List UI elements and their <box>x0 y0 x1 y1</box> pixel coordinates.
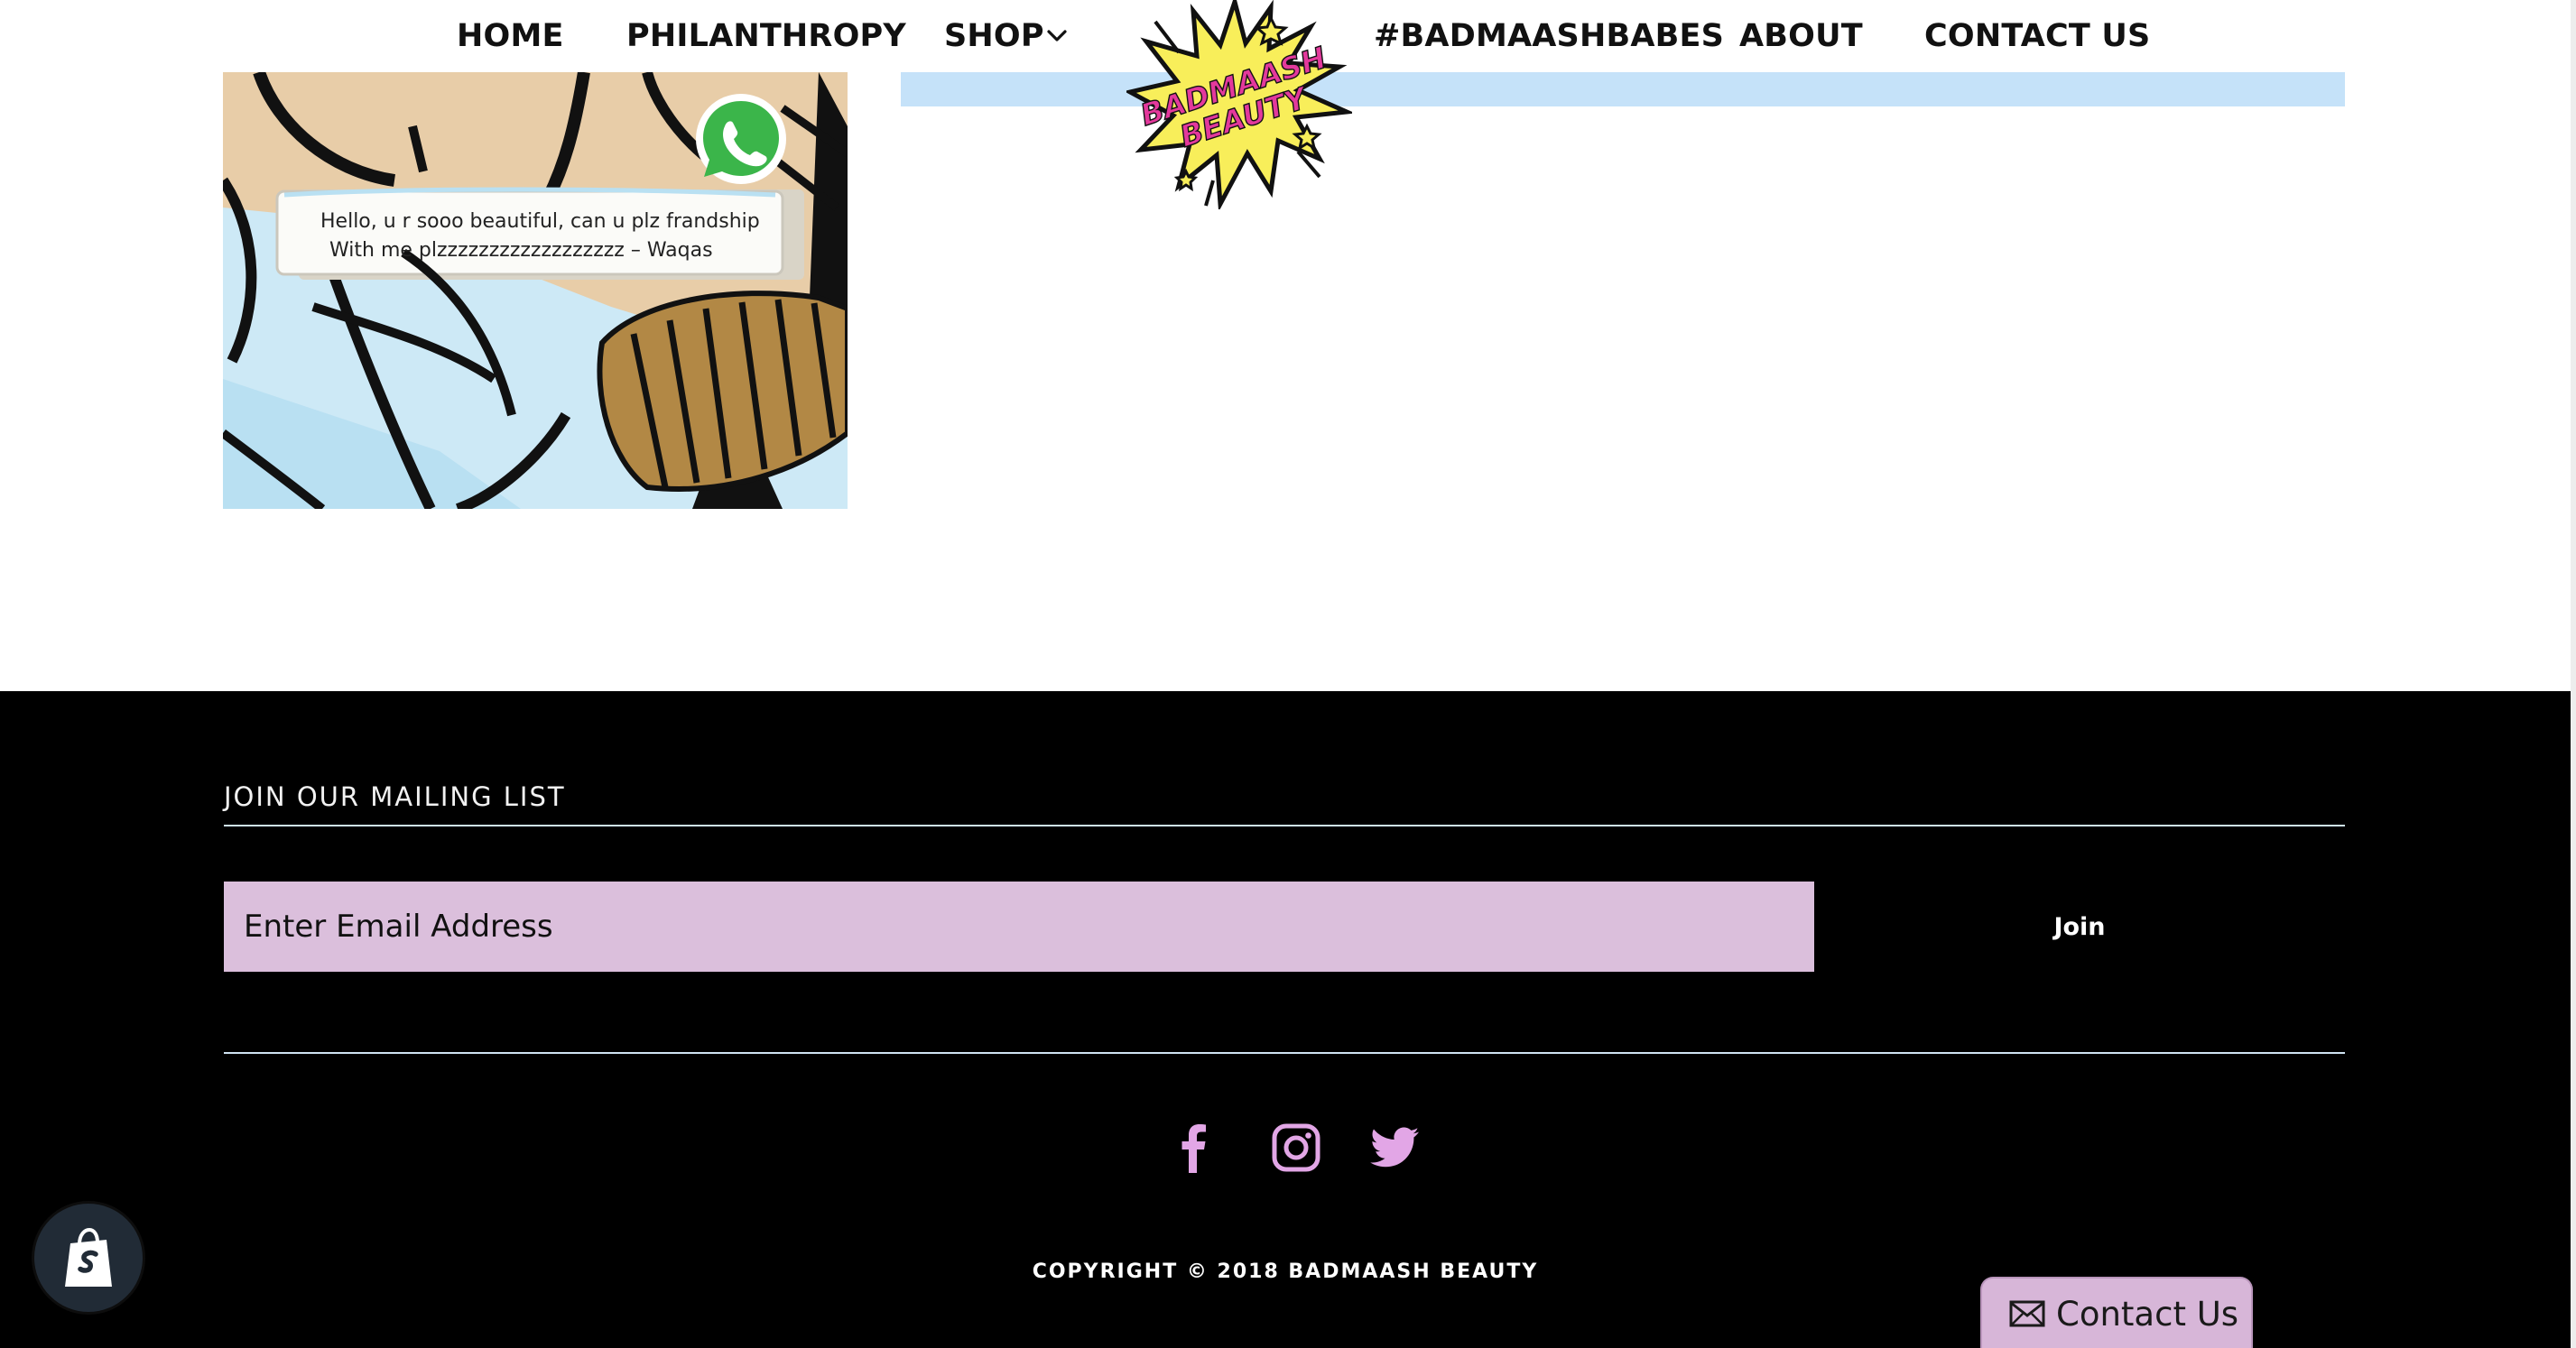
content-highlight-bar <box>901 72 2345 106</box>
site-footer: JOIN OUR MAILING LIST Join <box>0 691 2571 1348</box>
facebook-icon[interactable] <box>1167 1121 1221 1175</box>
footer-divider <box>224 825 2345 826</box>
mailing-list-title: JOIN OUR MAILING LIST <box>224 781 566 812</box>
nav-item-philanthropy[interactable]: PHILANTHROPY <box>626 13 906 60</box>
shopify-bag-icon <box>65 1227 112 1287</box>
twitter-icon[interactable] <box>1368 1121 1422 1175</box>
message-line: Hello, u r sooo beautiful, can u plz fra… <box>320 210 760 233</box>
shopify-badge[interactable] <box>34 1204 143 1312</box>
badmaash-beauty-logo[interactable]: BADMAASH BEAUTY <box>1126 0 1352 209</box>
chevron-down-icon[interactable] <box>1043 22 1070 49</box>
scrollbar-track[interactable] <box>2571 0 2576 1348</box>
page: HOME PHILANTHROPY SHOP #BADMAASHBABES AB… <box>0 0 2576 1348</box>
envelope-icon <box>2009 1300 2045 1327</box>
whatsapp-icon <box>696 94 786 184</box>
contact-us-widget[interactable]: Contact Us <box>1980 1277 2253 1348</box>
email-input[interactable] <box>224 882 1814 972</box>
footer-divider <box>224 1052 2345 1054</box>
instagram-icon[interactable] <box>1269 1121 1323 1175</box>
message-line: With me plzzzzzzzzzzzzzzzzzz – Waqas <box>329 239 713 262</box>
whatsapp-message: Hello, u r sooo beautiful, can u plz fra… <box>320 208 808 265</box>
join-button[interactable]: Join <box>1814 882 2345 972</box>
article-illustration: Hello, u r sooo beautiful, can u plz fra… <box>223 72 848 509</box>
nav-item-shop[interactable]: SHOP <box>944 13 1044 60</box>
nav-item-contact-us[interactable]: CONTACT US <box>1924 13 2150 60</box>
nav-item-badmaashbabes[interactable]: #BADMAASHBABES <box>1374 13 1724 60</box>
nav-item-home[interactable]: HOME <box>457 13 564 60</box>
contact-us-label: Contact Us <box>2056 1295 2239 1334</box>
nav-item-about[interactable]: ABOUT <box>1739 13 1863 60</box>
